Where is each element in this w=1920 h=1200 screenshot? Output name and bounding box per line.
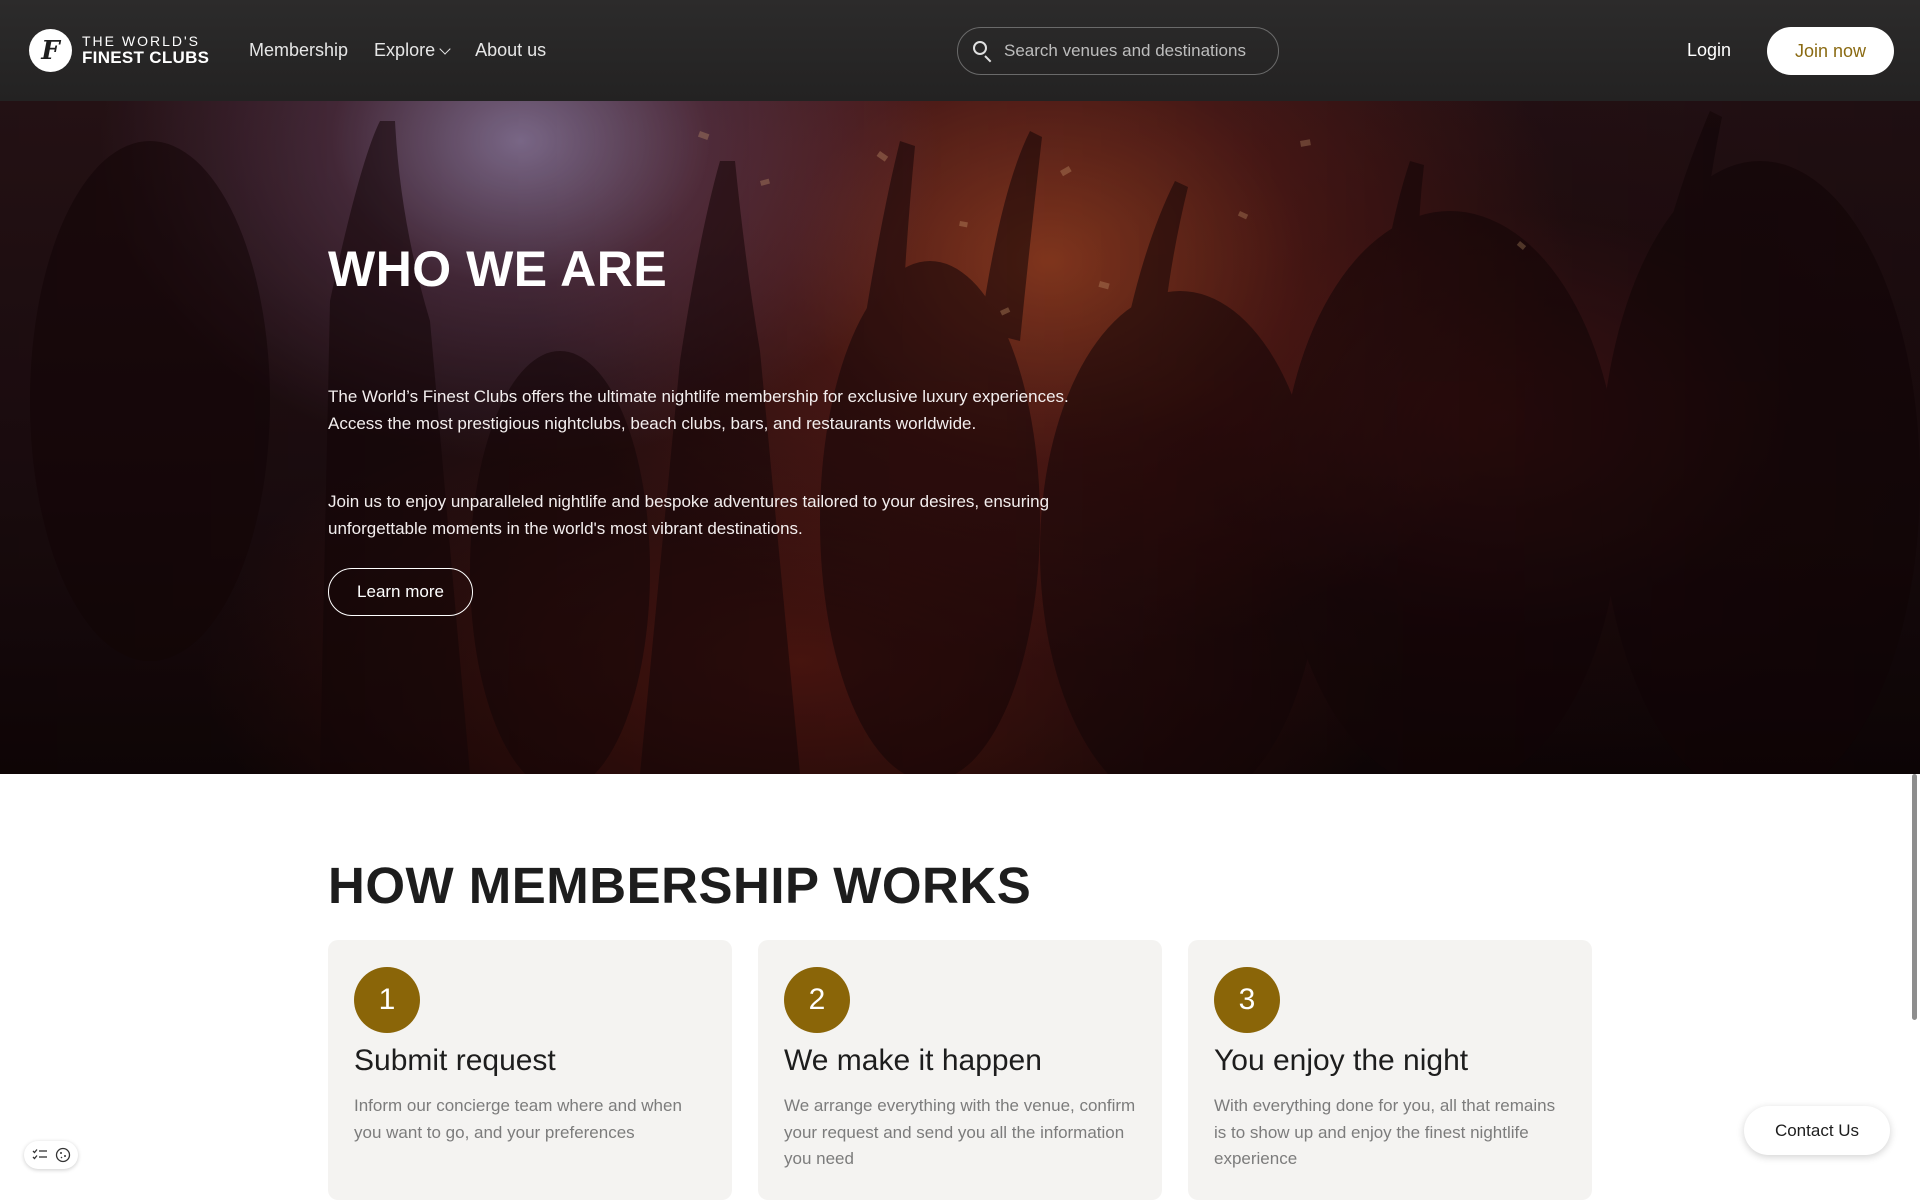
cookie-icon[interactable]: [54, 1146, 72, 1164]
step-title: You enjoy the night: [1214, 1044, 1469, 1077]
membership-section-title: HOW MEMBERSHIP WORKS: [328, 857, 1032, 914]
step-title: Submit request: [354, 1044, 556, 1077]
search-input[interactable]: [1002, 40, 1262, 62]
checklist-icon[interactable]: [31, 1146, 49, 1164]
login-link[interactable]: Login: [1687, 40, 1731, 61]
step-title: We make it happen: [784, 1044, 1042, 1077]
step-card: 2 We make it happen We arrange everythin…: [758, 940, 1162, 1200]
hero-paragraph-2: Join us to enjoy unparalleled nightlife …: [328, 492, 1050, 538]
scrollbar-thumb[interactable]: [1912, 774, 1917, 1020]
search-box[interactable]: [957, 27, 1279, 75]
step-number-badge: 3: [1214, 967, 1280, 1033]
logo-line1: THE WORLD'S: [82, 33, 201, 50]
nav-about-us[interactable]: About us: [475, 40, 546, 61]
nav-membership[interactable]: Membership: [249, 40, 348, 61]
step-number-badge: 2: [784, 967, 850, 1033]
logo-mark-icon: F: [29, 29, 72, 72]
step-card: 1 Submit request Inform our concierge te…: [328, 940, 732, 1200]
cookie-settings-widget[interactable]: [24, 1141, 78, 1169]
logo-text: THE WORLD'S FINEST CLUBS: [82, 34, 209, 67]
step-description: With everything done for you, all that r…: [1214, 1096, 1556, 1168]
search-icon: [972, 40, 994, 63]
nav-membership-label: Membership: [249, 40, 349, 60]
join-now-button[interactable]: Join now: [1767, 27, 1894, 75]
hero-title: WHO WE ARE: [328, 241, 668, 297]
contact-us-button[interactable]: Contact Us: [1744, 1106, 1890, 1155]
hero-paragraph-1: The World’s Finest Clubs offers the ulti…: [328, 387, 1069, 433]
site-header: F THE WORLD'S FINEST CLUBS Membership Ex…: [0, 0, 1920, 101]
logo-line2: FINEST CLUBS: [82, 47, 210, 67]
hero-section: WHO WE ARE The World’s Finest Clubs offe…: [0, 101, 1920, 774]
learn-more-button[interactable]: Learn more: [328, 568, 473, 616]
step-number-badge: 1: [354, 967, 420, 1033]
step-card: 3 You enjoy the night With everything do…: [1188, 940, 1592, 1200]
nav-explore[interactable]: Explore: [374, 40, 451, 61]
main-nav: Membership Explore About us: [249, 40, 546, 61]
logo[interactable]: F THE WORLD'S FINEST CLUBS: [29, 29, 209, 72]
step-description: We arrange everything with the venue, co…: [784, 1096, 1136, 1168]
step-description: Inform our concierge team where and when…: [354, 1096, 682, 1142]
nav-explore-label: Explore: [374, 40, 436, 60]
nav-about-label: About us: [475, 40, 547, 60]
chevron-down-icon: [439, 42, 451, 55]
